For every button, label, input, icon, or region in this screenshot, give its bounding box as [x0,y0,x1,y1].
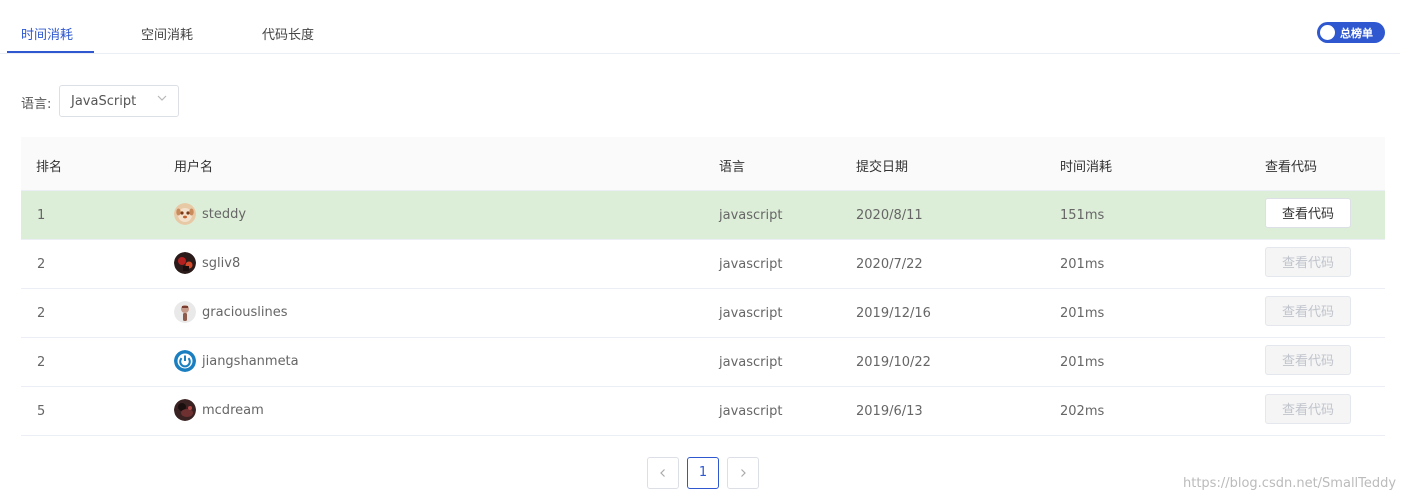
date-cell: 2020/7/22 [856,257,923,272]
username[interactable]: mcdream [202,403,264,418]
language-select[interactable]: JavaScript [59,85,179,117]
language-cell: javascript [719,404,783,419]
toggle-label: 总榜单 [1340,27,1373,40]
view-code-button[interactable]: 查看代码 [1265,247,1351,277]
date-cell: 2020/8/11 [856,208,923,223]
table-header: 排名 用户名 语言 提交日期 时间消耗 查看代码 [21,137,1385,191]
prev-page-button[interactable] [647,457,679,489]
view-code-button[interactable]: 查看代码 [1265,345,1351,375]
rank-cell: 5 [37,404,46,419]
view-code-button[interactable]: 查看代码 [1265,296,1351,326]
language-cell: javascript [719,208,783,223]
header-username: 用户名 [174,160,214,175]
tab-time-cost[interactable]: 时间消耗 [21,24,73,43]
language-cell: javascript [719,355,783,370]
table-row: 2 graciouslines javascript 2019/12/16 20… [21,289,1385,338]
active-tab-indicator [7,51,94,53]
dog-avatar [174,203,196,225]
dark-figure-avatar [174,399,196,421]
rank-cell: 2 [37,257,46,272]
username[interactable]: steddy [202,207,246,222]
time-cell: 151ms [1060,208,1105,223]
rank-cell: 2 [37,355,46,370]
view-code-button[interactable]: 查看代码 [1265,198,1351,228]
chevron-left-icon [660,469,665,477]
watermark-text: https://blog.csdn.net/SmallTeddy [1183,476,1397,491]
person-avatar [174,301,196,323]
time-cell: 201ms [1060,257,1105,272]
username[interactable]: graciouslines [202,305,288,320]
chevron-down-icon [157,95,167,101]
language-cell: javascript [719,306,783,321]
header-submit-date: 提交日期 [856,160,909,175]
tab-space-cost[interactable]: 空间消耗 [141,24,193,43]
time-cell: 201ms [1060,306,1105,321]
username[interactable]: sgliv8 [202,256,240,271]
next-page-button[interactable] [727,457,759,489]
page-1-button[interactable]: 1 [687,457,719,489]
date-cell: 2019/12/16 [856,306,931,321]
table-row: 2 jiangshanmeta javascript 2019/10/22 20… [21,338,1385,387]
view-code-button[interactable]: 查看代码 [1265,394,1351,424]
date-cell: 2019/6/13 [856,404,923,419]
toggle-knob [1320,25,1335,40]
time-cell: 201ms [1060,355,1105,370]
dark-photo-avatar [174,252,196,274]
date-cell: 2019/10/22 [856,355,931,370]
table-row: 5 mcdream javascript 2019/6/13 202ms 查看代… [21,387,1385,436]
language-filter-label: 语言: [21,97,52,112]
username[interactable]: jiangshanmeta [202,354,299,369]
tab-code-length[interactable]: 代码长度 [262,24,314,43]
rank-cell: 1 [37,208,46,223]
power-logo-avatar [174,350,196,372]
header-rank: 排名 [36,160,63,175]
overall-leaderboard-toggle[interactable]: 总榜单 [1317,22,1385,43]
chevron-right-icon [741,469,746,477]
language-cell: javascript [719,257,783,272]
tab-bar: 时间消耗 空间消耗 代码长度 [0,0,1400,54]
leaderboard-table: 排名 用户名 语言 提交日期 时间消耗 查看代码 1 steddy javasc… [21,137,1385,436]
language-select-value: JavaScript [71,94,137,109]
table-row: 2 sgliv8 javascript 2020/7/22 201ms 查看代码 [21,240,1385,289]
time-cell: 202ms [1060,404,1105,419]
header-language: 语言 [719,160,746,175]
header-time-cost: 时间消耗 [1060,160,1113,175]
rank-cell: 2 [37,306,46,321]
header-view-code: 查看代码 [1265,160,1318,175]
table-row: 1 steddy javascript 2020/8/11 151ms 查看代码 [21,191,1385,240]
